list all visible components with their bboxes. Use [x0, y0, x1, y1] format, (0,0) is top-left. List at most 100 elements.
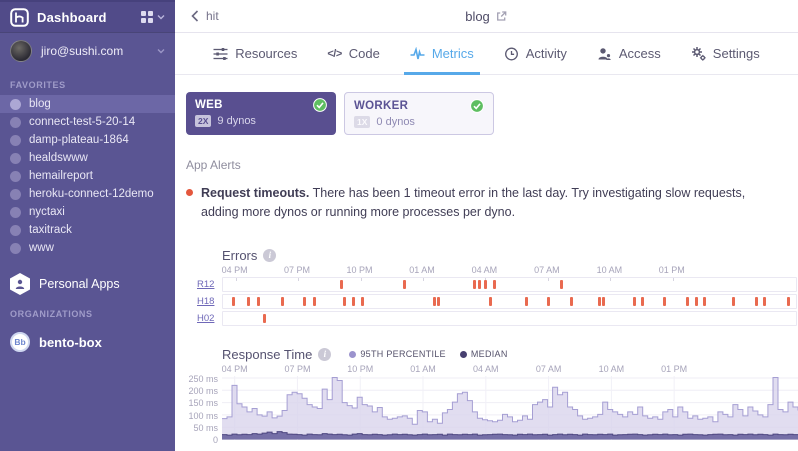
app-icon — [10, 135, 21, 146]
metrics-icon — [410, 47, 425, 61]
info-icon[interactable]: i — [263, 249, 276, 262]
sidebar-item-bento-box[interactable]: Bb bento-box — [0, 329, 175, 355]
legend-item-p95: 95TH PERCENTILE — [349, 349, 446, 359]
y-axis-label: 100 ms — [186, 411, 218, 421]
error-row-h18: H18 — [222, 294, 797, 309]
main-panel: hit blog Resources </> Code Metrics — [175, 0, 798, 451]
dyno-card-web[interactable]: WEB 2X 9 dynos — [186, 92, 336, 135]
app-name: blog — [465, 9, 490, 24]
settings-gear-icon — [691, 46, 706, 61]
person-icon — [10, 273, 30, 295]
alert-text: Request timeouts. There has been 1 timeo… — [201, 184, 782, 223]
back-button[interactable]: hit — [191, 0, 219, 32]
error-row-label[interactable]: R12 — [197, 279, 214, 290]
error-tick — [633, 297, 636, 306]
tab-activity[interactable]: Activity — [504, 33, 567, 74]
error-tick — [493, 280, 496, 289]
app-icon — [10, 99, 21, 110]
tab-bar: Resources </> Code Metrics Activity — [175, 33, 798, 75]
error-tick — [403, 280, 406, 289]
error-tick — [763, 297, 766, 306]
alert-title: Request timeouts. — [201, 186, 309, 200]
tab-access[interactable]: Access — [597, 33, 661, 74]
tab-settings[interactable]: Settings — [691, 33, 760, 74]
error-tick — [263, 314, 266, 323]
dyno-name: WEB — [195, 99, 223, 111]
dyno-count: 0 dynos — [376, 116, 415, 128]
apps-grid-button[interactable] — [141, 11, 165, 23]
tab-code[interactable]: </> Code — [327, 33, 379, 74]
sidebar-item-personal-apps[interactable]: Personal Apps — [0, 271, 175, 297]
error-row-label[interactable]: H18 — [197, 296, 214, 307]
user-email: jiro@sushi.com — [41, 44, 123, 58]
heroku-logo-icon — [10, 8, 29, 27]
external-link-icon[interactable] — [496, 10, 508, 22]
y-axis-label: 150 ms — [186, 398, 218, 408]
error-tick — [525, 297, 528, 306]
error-tick — [361, 297, 364, 306]
y-axis-label: 200 ms — [186, 386, 218, 396]
dyno-cards: WEB 2X 9 dynos WORKER — [186, 92, 798, 135]
user-menu[interactable]: jiro@sushi.com — [0, 32, 175, 68]
legend-dot — [460, 351, 467, 358]
error-tick — [352, 297, 355, 306]
tab-metrics[interactable]: Metrics — [410, 33, 474, 74]
error-tick — [303, 297, 306, 306]
avatar — [10, 40, 32, 62]
x-axis-label: 10 PM — [340, 364, 380, 374]
x-axis-label: 04 PM — [215, 364, 255, 374]
app-icon — [10, 117, 21, 128]
x-axis-label: 01 AM — [403, 364, 443, 374]
chevron-down-icon — [157, 14, 165, 20]
back-label: hit — [206, 9, 219, 23]
tab-resources[interactable]: Resources — [213, 33, 297, 74]
x-axis-label: 01 AM — [402, 265, 442, 275]
error-tick — [598, 297, 601, 306]
sidebar-header: Dashboard — [0, 0, 175, 32]
app-icon — [10, 207, 21, 218]
error-tick — [560, 280, 563, 289]
error-tick — [484, 280, 487, 289]
app-icon — [10, 189, 21, 200]
resources-icon — [213, 47, 228, 61]
sidebar-item-healdswww[interactable]: healdswww — [0, 149, 175, 167]
app-icon — [10, 225, 21, 236]
error-tick — [437, 297, 440, 306]
x-axis-label: 04 AM — [466, 364, 506, 374]
x-axis-label: 07 AM — [529, 364, 569, 374]
app-icon — [10, 171, 21, 182]
errors-section: Errors i 04 PM07 PM10 PM01 AM04 AM07 AM1… — [186, 248, 798, 326]
error-tick — [281, 297, 284, 306]
response-time-section: Response Time i 95TH PERCENTILE MEDIAN 0… — [186, 347, 798, 440]
x-axis-label: 01 PM — [654, 364, 694, 374]
axis-tick — [298, 278, 299, 281]
x-axis-label: 07 AM — [527, 265, 567, 275]
code-icon: </> — [327, 48, 341, 60]
x-axis-label: 04 PM — [215, 265, 255, 275]
page-title: blog — [465, 0, 508, 32]
sidebar-item-taxitrack[interactable]: taxitrack — [0, 221, 175, 239]
app-header: hit blog — [175, 0, 798, 33]
sidebar-item-connect-test-5-20-14[interactable]: connect-test-5-20-14 — [0, 113, 175, 131]
error-tick — [547, 297, 550, 306]
y-axis-label: 250 ms — [186, 374, 218, 384]
info-icon[interactable]: i — [318, 348, 331, 361]
errors-chart: R12 H18 H02 — [186, 277, 798, 326]
alert-item: Request timeouts. There has been 1 timeo… — [186, 184, 782, 223]
sidebar-item-www[interactable]: www — [0, 239, 175, 257]
sidebar-item-hemailreport[interactable]: hemailreport — [0, 167, 175, 185]
error-tick — [732, 297, 735, 306]
error-row-label[interactable]: H02 — [197, 313, 214, 324]
dyno-card-worker[interactable]: WORKER 1X 0 dynos — [344, 92, 494, 135]
favorites-label: FAVORITES — [0, 68, 175, 95]
sidebar-item-nyctaxi[interactable]: nyctaxi — [0, 203, 175, 221]
activity-clock-icon — [504, 47, 519, 61]
sidebar-item-heroku-connect-12demo[interactable]: heroku-connect-12demo — [0, 185, 175, 203]
sidebar-item-damp-plateau-1864[interactable]: damp-plateau-1864 — [0, 131, 175, 149]
chevron-down-icon — [157, 48, 165, 54]
legend: 95TH PERCENTILE MEDIAN — [349, 349, 507, 359]
favorites-list: blog connect-test-5-20-14 damp-plateau-1… — [0, 95, 175, 257]
sidebar-item-blog[interactable]: blog — [0, 95, 175, 113]
axis-tick — [610, 278, 611, 281]
x-axis-label: 04 AM — [464, 265, 504, 275]
